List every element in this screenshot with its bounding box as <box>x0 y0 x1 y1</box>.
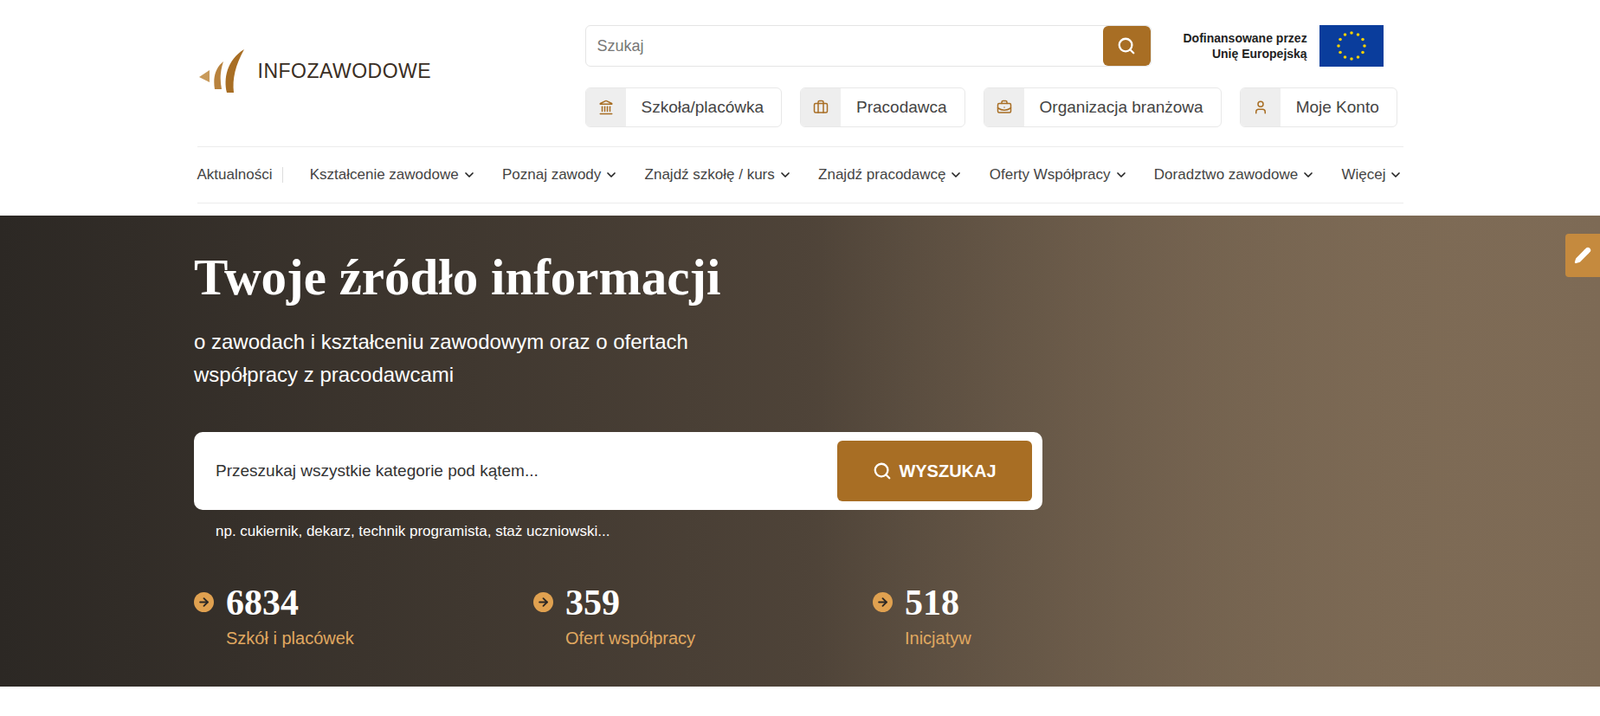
nav-item[interactable]: Kształcenie zawodowe <box>309 163 477 187</box>
search-icon <box>1116 36 1136 56</box>
chevron-down-icon <box>1114 167 1129 182</box>
hero-subtitle: o zawodach i kształceniu zawodowym oraz … <box>193 325 731 392</box>
chevron-down-icon <box>462 167 477 182</box>
main-nav: Aktualności Kształcenie zawodowe Poznaj za… <box>197 146 1404 204</box>
nav-item[interactable]: Znajdź pracodawcę <box>818 163 963 187</box>
logo-text: INFOZAWODOWE <box>258 56 433 87</box>
hero-search: WYSZUKAJ <box>193 432 1043 510</box>
stat: 6834Szkół i placówek <box>193 581 534 652</box>
briefcase-icon <box>812 99 829 116</box>
arrow-circle-icon <box>193 592 214 613</box>
organization-icon <box>996 99 1013 116</box>
nav-item[interactable]: Znajdź szkołę / kurs <box>645 163 793 187</box>
edit-button[interactable] <box>1565 233 1600 278</box>
nav-item[interactable]: Doradztwo zawodowe <box>1154 163 1316 187</box>
chevron-down-icon <box>948 167 963 182</box>
chevron-down-icon <box>604 167 619 182</box>
arrow-circle-icon <box>533 592 554 613</box>
pencil-icon <box>1574 246 1592 265</box>
hero-search-input[interactable] <box>215 458 838 484</box>
chevron-down-icon <box>1301 167 1316 182</box>
arrow-circle-icon <box>872 592 893 613</box>
user-icon <box>1252 99 1269 116</box>
chevron-down-icon <box>1388 167 1403 182</box>
nav-item[interactable]: Więcej <box>1341 163 1403 187</box>
hero-search-button[interactable]: WYSZUKAJ <box>837 440 1033 502</box>
hero-hint: np. cukiernik, dekarz, technik programis… <box>215 520 1600 543</box>
header-search-input[interactable] <box>586 25 1104 66</box>
nav-item[interactable]: Aktualności <box>197 163 273 187</box>
header-search <box>585 25 1152 67</box>
hero-title: Twoje źródło informacji <box>193 246 1600 309</box>
nav-item[interactable]: Poznaj zawody <box>502 163 619 187</box>
header-search-button[interactable] <box>1103 25 1151 66</box>
account-button[interactable]: Organizacja branżowa <box>983 87 1222 128</box>
stat: 359Ofert współpracy <box>533 581 873 652</box>
school-icon <box>598 99 614 116</box>
eu-flag-icon <box>1319 25 1384 67</box>
nav-item[interactable]: Oferty Współpracy <box>989 163 1129 187</box>
logo[interactable]: INFOZAWODOWE <box>197 47 586 95</box>
account-button[interactable]: Moje Konto <box>1239 87 1398 128</box>
account-button[interactable]: Szkoła/placówka <box>585 87 783 128</box>
account-button[interactable]: Pracodawca <box>800 87 966 128</box>
logo-icon <box>197 47 246 95</box>
stat: 518Inicjatyw <box>872 581 1213 652</box>
nav-separator <box>282 167 284 183</box>
chevron-down-icon <box>778 167 793 182</box>
search-icon <box>872 461 892 481</box>
eu-badge: Dofinansowane przezUnię Europejską <box>1183 25 1384 67</box>
hero: Twoje źródło informacji o zawodach i kszt… <box>0 215 1600 687</box>
page: INFOZAWODOWE Dofinansowane przezUnię Euro… <box>0 0 1600 716</box>
header: INFOZAWODOWE Dofinansowane przezUnię Euro… <box>197 0 1404 204</box>
